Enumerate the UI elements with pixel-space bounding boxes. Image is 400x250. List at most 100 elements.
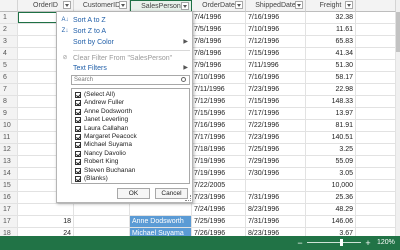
row-number[interactable]: 3 xyxy=(0,36,18,47)
row-number[interactable]: 8 xyxy=(0,96,18,107)
freight-cell[interactable]: 140.51 xyxy=(306,132,356,143)
filter-option[interactable]: Margaret Peacock xyxy=(75,133,187,141)
freight-cell[interactable]: 146.06 xyxy=(306,216,356,227)
order-date-cell[interactable]: 7/18/1996 xyxy=(192,144,246,155)
checkbox-checked-icon[interactable] xyxy=(75,150,81,157)
empty-cell[interactable] xyxy=(356,132,396,143)
freight-cell[interactable]: 25.36 xyxy=(306,192,356,203)
zoom-in-button[interactable]: + xyxy=(363,238,373,248)
shipped-date-cell[interactable]: 7/23/1996 xyxy=(246,132,306,143)
order-id-cell[interactable] xyxy=(18,204,74,215)
customer-id-cell[interactable] xyxy=(74,228,130,236)
row-number[interactable]: 2 xyxy=(0,24,18,35)
filter-dropdown-icon[interactable] xyxy=(119,1,127,9)
filter-option[interactable]: Laura Callahan xyxy=(75,125,187,133)
order-date-cell[interactable]: 7/16/1996 xyxy=(192,120,246,131)
table-row[interactable]: 17 18 Anne Dodsworth 7/25/1996 7/31/1996 146.… xyxy=(0,216,396,228)
empty-cell[interactable] xyxy=(356,180,396,191)
filter-option[interactable]: Nancy Davolio xyxy=(75,150,187,158)
shipped-date-cell[interactable]: 8/23/1996 xyxy=(246,228,306,236)
row-number[interactable]: 6 xyxy=(0,72,18,83)
shipped-date-cell[interactable]: 7/31/1996 xyxy=(246,192,306,203)
filter-dropdown-icon[interactable] xyxy=(63,1,71,9)
freight-cell[interactable]: 148.33 xyxy=(306,96,356,107)
filter-option[interactable]: Steven Buchanan xyxy=(75,167,187,175)
row-number[interactable]: 13 xyxy=(0,156,18,167)
shipped-date-cell[interactable]: 7/12/1996 xyxy=(246,36,306,47)
order-date-cell[interactable]: 7/10/1996 xyxy=(192,72,246,83)
empty-cell[interactable] xyxy=(356,48,396,59)
order-date-cell[interactable]: 7/4/1996 xyxy=(192,12,246,23)
vertical-scrollbar[interactable] xyxy=(396,0,400,236)
row-number[interactable]: 9 xyxy=(0,108,18,119)
shipped-date-cell[interactable]: 8/23/1996 xyxy=(246,204,306,215)
checkbox-checked-icon[interactable] xyxy=(75,176,81,182)
shipped-date-cell[interactable]: 7/15/1996 xyxy=(246,48,306,59)
order-date-cell[interactable]: 7/15/1996 xyxy=(192,108,246,119)
checkbox-checked-icon[interactable] xyxy=(75,167,81,174)
order-date-cell[interactable]: 7/12/1996 xyxy=(192,96,246,107)
corner-header[interactable] xyxy=(0,0,18,12)
zoom-level[interactable]: 120% xyxy=(377,238,399,248)
row-number[interactable]: 14 xyxy=(0,168,18,179)
empty-cell[interactable] xyxy=(356,228,396,236)
row-number[interactable]: 1 xyxy=(0,12,18,23)
freight-cell[interactable]: 48.29 xyxy=(306,204,356,215)
empty-cell[interactable] xyxy=(356,204,396,215)
order-date-cell[interactable]: 7/25/1996 xyxy=(192,216,246,227)
order-id-cell[interactable]: 18 xyxy=(18,216,74,227)
filter-option[interactable]: (Blanks) xyxy=(75,175,187,183)
order-date-cell[interactable]: 7/8/1996 xyxy=(192,36,246,47)
empty-cell[interactable] xyxy=(356,216,396,227)
order-date-cell[interactable]: 7/19/1996 xyxy=(192,168,246,179)
shipped-date-cell[interactable]: 7/22/1996 xyxy=(246,120,306,131)
table-row[interactable]: 18 24 Michael Suyama 7/26/1996 8/23/1996 3.67 xyxy=(0,228,396,236)
order-date-cell[interactable]: 7/9/1996 xyxy=(192,60,246,71)
sales-person-cell[interactable]: Michael Suyama xyxy=(130,228,192,236)
shipped-date-cell[interactable]: 7/16/1996 xyxy=(246,12,306,23)
filter-dropdown-icon[interactable] xyxy=(181,2,189,10)
text-filters[interactable]: Text Filters ▶ xyxy=(57,63,192,74)
empty-cell[interactable] xyxy=(356,108,396,119)
freight-cell[interactable]: 81.91 xyxy=(306,120,356,131)
row-number[interactable]: 7 xyxy=(0,84,18,95)
empty-cell[interactable] xyxy=(356,168,396,179)
row-number[interactable]: 10 xyxy=(0,120,18,131)
freight-cell[interactable]: 32.38 xyxy=(306,12,356,23)
filter-option[interactable]: Anne Dodsworth xyxy=(75,108,187,116)
customer-id-cell[interactable] xyxy=(74,216,130,227)
empty-cell[interactable] xyxy=(356,120,396,131)
freight-cell[interactable]: 51.30 xyxy=(306,60,356,71)
freight-cell[interactable]: 3.67 xyxy=(306,228,356,236)
empty-cell[interactable] xyxy=(356,84,396,95)
row-number[interactable]: 17 xyxy=(0,204,18,215)
shipped-date-cell[interactable]: 7/16/1996 xyxy=(246,72,306,83)
freight-cell[interactable]: 55.09 xyxy=(306,156,356,167)
search-input[interactable]: Search xyxy=(71,75,190,85)
header-shipped-date[interactable]: ShippedDate xyxy=(246,0,306,12)
order-date-cell[interactable]: 7/11/1996 xyxy=(192,84,246,95)
checkbox-checked-icon[interactable] xyxy=(75,117,81,124)
sort-by-color[interactable]: Sort by Color ▶ xyxy=(57,37,192,48)
row-number[interactable]: 18 xyxy=(0,228,18,236)
checkbox-checked-icon[interactable] xyxy=(75,134,81,140)
order-date-cell[interactable]: 7/8/1996 xyxy=(192,48,246,59)
row-number[interactable]: 4 xyxy=(0,48,18,59)
freight-cell[interactable]: 10,000 xyxy=(306,180,356,191)
checkbox-checked-icon[interactable] xyxy=(75,92,81,98)
shipped-date-cell[interactable]: 7/25/1996 xyxy=(246,144,306,155)
ok-button[interactable]: OK xyxy=(117,188,150,199)
order-date-cell[interactable]: 7/24/1996 xyxy=(192,204,246,215)
filter-option[interactable]: Michael Suyama xyxy=(75,141,187,149)
empty-cell[interactable] xyxy=(356,12,396,23)
header-freight[interactable]: Freight xyxy=(306,0,356,12)
checkbox-checked-icon[interactable] xyxy=(75,142,81,149)
scrollbar-thumb[interactable] xyxy=(396,12,400,52)
empty-cell[interactable] xyxy=(356,96,396,107)
row-number[interactable]: 11 xyxy=(0,132,18,143)
empty-cell[interactable] xyxy=(356,24,396,35)
filter-option[interactable]: (Select All) xyxy=(75,91,187,99)
filter-option[interactable]: Andrew Fuller xyxy=(75,99,187,107)
row-number[interactable]: 16 xyxy=(0,192,18,203)
freight-cell[interactable]: 41.34 xyxy=(306,48,356,59)
